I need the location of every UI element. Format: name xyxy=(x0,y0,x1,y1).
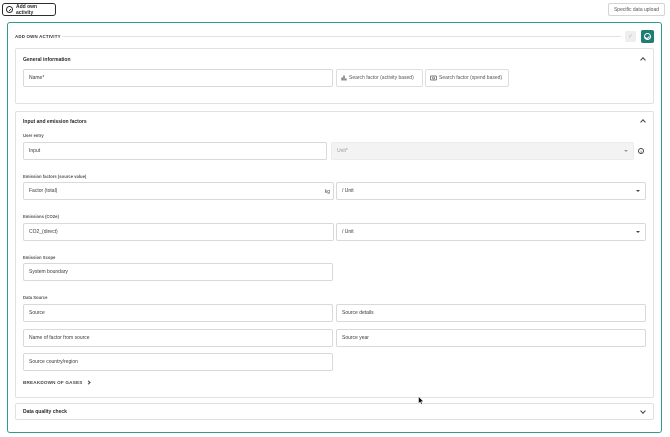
system-boundary-field[interactable]: System boundary xyxy=(23,263,333,281)
chevron-up-icon xyxy=(640,119,646,125)
money-icon xyxy=(430,75,437,81)
factor-unit-suffix: kg xyxy=(324,189,330,195)
mouse-cursor-icon xyxy=(418,396,424,405)
emissions-per-unit-label: / Unit xyxy=(342,229,354,235)
factor-per-unit-select[interactable]: / Unit xyxy=(336,182,646,200)
dropdown-arrow-icon xyxy=(624,150,628,152)
info-icon[interactable]: i xyxy=(638,148,644,154)
chevron-down-icon xyxy=(640,408,646,414)
name-field[interactable]: Name* xyxy=(23,69,333,87)
breakdown-of-gases-label: BREAKDOWN OF GASES xyxy=(23,380,83,385)
chevron-right-icon xyxy=(85,380,91,385)
factor-name-field[interactable]: Name of factor from source xyxy=(23,329,333,347)
chevron-up-icon xyxy=(640,57,646,63)
search-factor-spend-button[interactable]: Search factor (spend based) xyxy=(425,69,509,87)
factor-per-unit-label: / Unit xyxy=(342,188,354,194)
breakdown-of-gases-toggle[interactable]: BREAKDOWN OF GASES xyxy=(23,380,91,385)
name-placeholder: Name* xyxy=(29,75,45,81)
add-own-activity-button[interactable]: Add own activity xyxy=(2,3,56,16)
data-quality-title: Data quality check xyxy=(23,409,67,415)
factor-total-field[interactable]: Factor (total) kg xyxy=(23,182,334,200)
panel-title: ADD OWN ACTIVITY xyxy=(15,34,61,39)
dropdown-arrow-icon xyxy=(636,231,640,233)
collapse-general-button[interactable] xyxy=(640,57,646,63)
panel-header-divider xyxy=(62,36,621,37)
system-boundary-placeholder: System boundary xyxy=(29,269,68,275)
specific-data-upload-button[interactable]: Specific data upload xyxy=(608,3,665,16)
emissions-per-unit-select[interactable]: / Unit xyxy=(336,223,646,241)
input-placeholder: Input xyxy=(29,148,41,154)
search-factor-activity-label: Search factor (activity based) xyxy=(349,75,414,81)
add-own-activity-label: Add own activity xyxy=(16,3,38,16)
unit-placeholder: Unit* xyxy=(337,148,348,154)
source-placeholder: Source xyxy=(29,310,45,316)
source-region-field[interactable]: Source country/region xyxy=(23,353,333,371)
bar-chart-icon xyxy=(341,75,347,81)
check-icon: ✓ xyxy=(627,34,634,40)
factor-name-placeholder: Name of factor from source xyxy=(29,335,90,341)
source-region-placeholder: Source country/region xyxy=(29,359,78,365)
input-field[interactable]: Input xyxy=(23,142,327,160)
data-quality-card[interactable] xyxy=(15,403,654,420)
check-circle-icon xyxy=(644,33,651,40)
unit-select[interactable]: Unit* xyxy=(331,142,634,160)
expand-quality-button[interactable] xyxy=(640,408,646,414)
collapse-factors-button[interactable] xyxy=(640,119,646,125)
general-information-title: General information xyxy=(23,57,71,63)
source-year-placeholder: Source year xyxy=(342,335,369,341)
source-details-placeholder: Source details xyxy=(342,310,374,316)
dropdown-arrow-icon xyxy=(636,190,640,192)
data-source-label: Data Source xyxy=(23,295,48,300)
save-button[interactable] xyxy=(641,30,654,43)
search-factor-activity-button[interactable]: Search factor (activity based) xyxy=(336,69,423,87)
confirm-button[interactable]: ✓ xyxy=(625,31,636,42)
source-details-field[interactable]: Source details xyxy=(336,304,646,322)
user-entry-label: User entry xyxy=(23,133,44,138)
source-field[interactable]: Source xyxy=(23,304,333,322)
source-year-field[interactable]: Source year xyxy=(336,329,646,347)
search-factor-spend-label: Search factor (spend based) xyxy=(439,75,503,81)
emission-scope-label: Emission Scope xyxy=(23,255,56,260)
co2-direct-field[interactable]: CO2_(direct) xyxy=(23,223,334,241)
plus-circle-icon xyxy=(6,6,13,13)
emission-factors-label: Emission factors (source value) xyxy=(23,174,87,179)
emissions-label: Emissions (CO2e) xyxy=(23,214,59,219)
co2-direct-placeholder: CO2_(direct) xyxy=(29,229,58,235)
factor-total-placeholder: Factor (total) xyxy=(29,188,58,194)
info-icon-glyph: i xyxy=(640,148,642,154)
input-emission-factors-title: Input and emission factors xyxy=(23,119,87,125)
